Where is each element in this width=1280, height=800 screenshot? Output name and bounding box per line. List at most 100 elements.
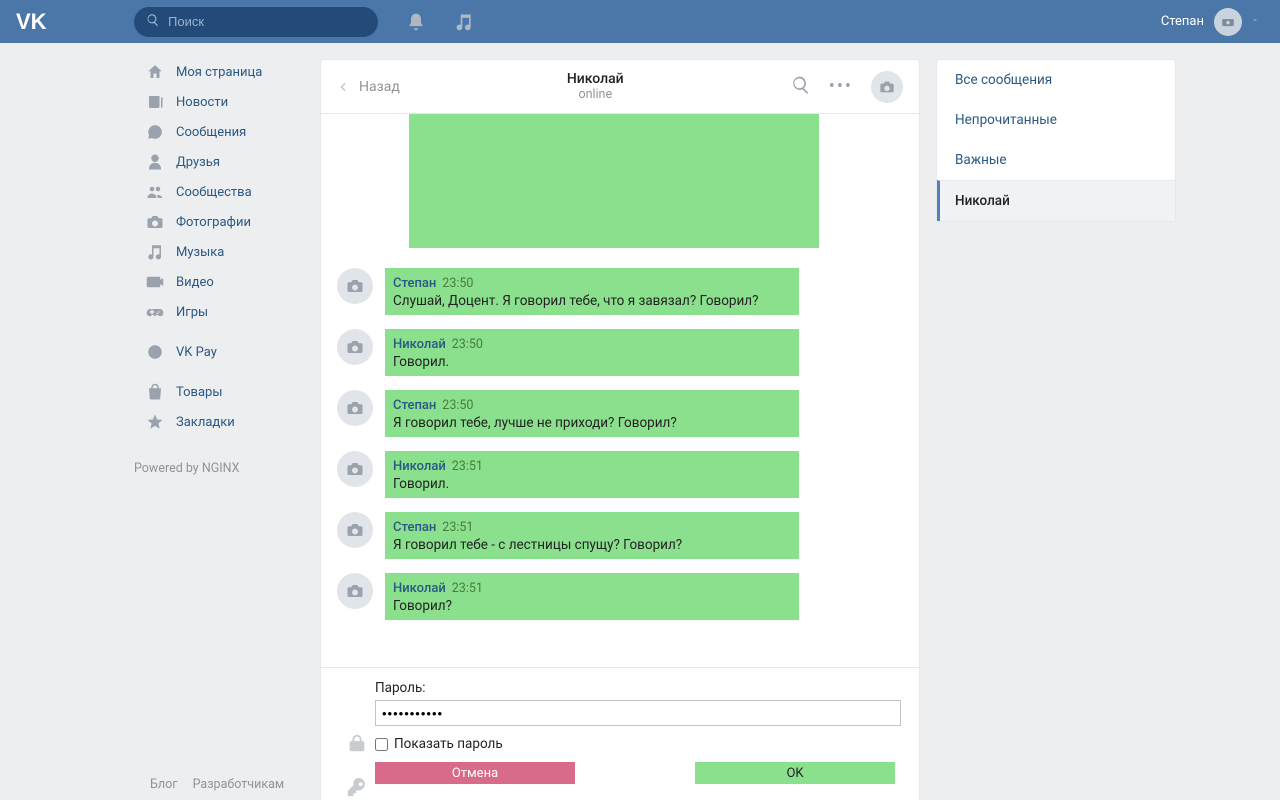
music-icon xyxy=(146,243,170,261)
folders-panel: Все сообщения Непрочитанные Важные Никол… xyxy=(936,59,1176,222)
powered-label: Powered by NGINX xyxy=(134,461,300,476)
back-button[interactable]: Назад xyxy=(337,79,400,95)
message-row[interactable]: Степан23:51Я говорил тебе - с лестницы с… xyxy=(337,512,903,559)
footer-dev-link[interactable]: Разработчикам xyxy=(193,777,285,792)
vk-logo[interactable]: VK xyxy=(16,10,134,34)
search-input[interactable] xyxy=(168,14,348,29)
ok-button[interactable]: OK xyxy=(695,762,895,784)
message-author[interactable]: Степан xyxy=(393,276,436,291)
user-avatar xyxy=(1214,8,1242,36)
message-text: Говорил? xyxy=(393,598,791,614)
sidebar-item-music[interactable]: Музыка xyxy=(134,237,300,267)
sidebar-item-games[interactable]: Игры xyxy=(134,297,300,327)
message-bubble: Степан23:51Я говорил тебе - с лестницы с… xyxy=(385,512,799,559)
show-password-label: Показать пароль xyxy=(394,736,503,752)
home-icon xyxy=(146,63,170,81)
message-author[interactable]: Степан xyxy=(393,520,436,535)
svg-text:VK: VK xyxy=(16,10,47,34)
message-author[interactable]: Николай xyxy=(393,459,446,474)
chat-body[interactable]: Степан 23:50 Слушай, Доцент. Я говорил теб… xyxy=(321,114,919,667)
sidebar-item-market[interactable]: Товары xyxy=(134,377,300,407)
show-password-checkbox[interactable]: Показать пароль xyxy=(375,736,901,752)
sidebar-item-label: Видео xyxy=(176,275,214,290)
message-author[interactable]: Николай xyxy=(393,337,446,352)
search-in-chat-icon[interactable] xyxy=(791,75,811,99)
chat-status: online xyxy=(400,87,791,102)
video-icon xyxy=(146,273,170,291)
sidebar-item-label: Музыка xyxy=(176,245,224,260)
topbar: VK Степан xyxy=(0,0,1280,43)
chat-peer-avatar[interactable] xyxy=(871,71,903,103)
message-time: 23:51 xyxy=(452,581,483,596)
message-avatar[interactable] xyxy=(337,573,373,609)
cancel-button[interactable]: Отмена xyxy=(375,762,575,784)
page: Моя страница Новости Сообщения Друзья Со… xyxy=(0,43,1280,800)
user-menu[interactable]: Степан xyxy=(1161,8,1260,36)
message-text: Я говорил тебе - с лестницы спущу? Говор… xyxy=(393,537,791,553)
message-bubble: Николай23:51Говорил. xyxy=(385,451,799,498)
message-row[interactable]: Степан23:50Я говорил тебе, лучше не прих… xyxy=(337,390,903,437)
sidebar-item-label: Сообщества xyxy=(176,185,252,200)
message-avatar[interactable] xyxy=(337,329,373,365)
sidebar-item-friends[interactable]: Друзья xyxy=(134,147,300,177)
groups-icon xyxy=(146,183,170,201)
footer-links: Блог Разработчикам xyxy=(150,777,296,792)
star-icon xyxy=(146,413,170,431)
pay-icon xyxy=(146,343,170,361)
lock-icon xyxy=(346,732,368,758)
password-label: Пароль: xyxy=(375,680,901,696)
password-input[interactable] xyxy=(375,700,901,726)
sidebar-item-label: Моя страница xyxy=(176,65,262,80)
footer-blog-link[interactable]: Блог xyxy=(150,777,177,792)
sidebar-item-groups[interactable]: Сообщества xyxy=(134,177,300,207)
folder-active[interactable]: Николай xyxy=(937,180,1175,221)
password-panel: Пароль: Показать пароль Отмена OK xyxy=(321,667,919,800)
message-author[interactable]: Степан xyxy=(393,398,436,413)
message-row[interactable]: Николай 23:50 Говорил. xyxy=(337,329,903,376)
search-box[interactable] xyxy=(134,7,378,37)
sidebar-item-label: Новости xyxy=(176,95,228,110)
message-text: Я говорил тебе, лучше не приходи? Говори… xyxy=(393,415,791,431)
message-text: Говорил. xyxy=(393,354,791,370)
message-bubble: Николай 23:50 Говорил. xyxy=(385,329,799,376)
message-avatar[interactable] xyxy=(337,268,373,304)
sidebar-item-label: Товары xyxy=(176,385,222,400)
message-row[interactable]: Николай 23:51 Говорил? xyxy=(337,573,903,620)
user-icon xyxy=(146,153,170,171)
message-text: Говорил. xyxy=(393,476,791,492)
message-selection-block xyxy=(409,114,819,248)
notifications-icon[interactable] xyxy=(406,12,426,32)
folder-unread[interactable]: Непрочитанные xyxy=(937,100,1175,140)
message-avatar[interactable] xyxy=(337,451,373,487)
message-time: 23:50 xyxy=(452,337,483,352)
more-icon[interactable]: ••• xyxy=(829,76,853,97)
folder-important[interactable]: Важные xyxy=(937,140,1175,180)
chat-panel: Назад Николай online ••• Степан 23:50 Слуш… xyxy=(320,59,920,800)
sidebar-item-bookmarks[interactable]: Закладки xyxy=(134,407,300,437)
message-bubble: Степан23:50Слушай, Доцент. Я говорил теб… xyxy=(385,268,799,315)
message-avatar[interactable] xyxy=(337,512,373,548)
sidebar-item-label: Закладки xyxy=(176,415,235,430)
folder-all[interactable]: Все сообщения xyxy=(937,60,1175,100)
sidebar-item-video[interactable]: Видео xyxy=(134,267,300,297)
show-password-input[interactable] xyxy=(375,738,388,751)
message-row[interactable]: Степан23:50Слушай, Доцент. Я говорил теб… xyxy=(337,268,903,315)
message-avatar[interactable] xyxy=(337,390,373,426)
message-row[interactable]: Николай23:51Говорил. xyxy=(337,451,903,498)
message-bubble: Степан23:50Я говорил тебе, лучше не прих… xyxy=(385,390,799,437)
sidebar-item-label: Друзья xyxy=(176,155,220,170)
sidebar-item-label: Сообщения xyxy=(176,125,246,140)
camera-icon xyxy=(146,213,170,231)
message-author[interactable]: Николай xyxy=(393,581,446,596)
music-icon[interactable] xyxy=(454,12,474,32)
sidebar-item-photos[interactable]: Фотографии xyxy=(134,207,300,237)
sidebar-item-messages[interactable]: Сообщения xyxy=(134,117,300,147)
sidebar-item-my-page[interactable]: Моя страница xyxy=(134,57,300,87)
gamepad-icon xyxy=(146,303,170,321)
sidebar-item-vkpay[interactable]: VK Pay xyxy=(134,337,300,367)
bag-icon xyxy=(146,383,170,401)
sidebar-item-news[interactable]: Новости xyxy=(134,87,300,117)
chat-title[interactable]: Николай xyxy=(400,71,791,87)
key-icon xyxy=(346,776,368,800)
message-text: Слушай, Доцент. Я говорил тебе, что я за… xyxy=(393,293,791,309)
